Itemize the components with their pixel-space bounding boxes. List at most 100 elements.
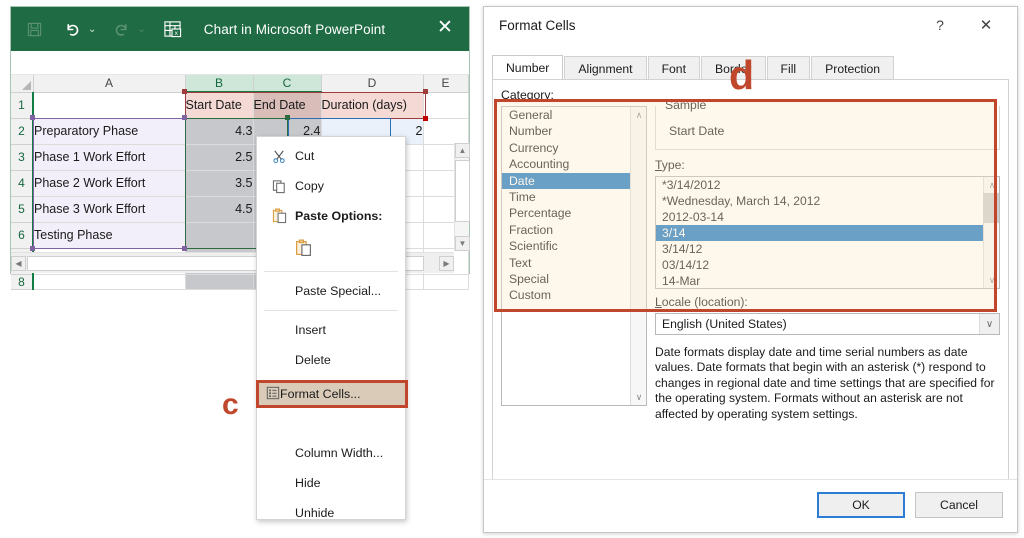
cell-e8[interactable]	[423, 274, 468, 289]
paste-option-button[interactable]	[257, 231, 405, 267]
scroll-up-button[interactable]: ▲	[455, 143, 470, 158]
row-header-8[interactable]: 8	[11, 274, 33, 289]
cell-a4[interactable]: Phase 2 Work Effort	[33, 170, 185, 196]
category-scroll-up-icon[interactable]: ∧	[631, 107, 647, 123]
chevron-down-icon[interactable]: ∨	[979, 314, 999, 334]
cell-a8[interactable]	[33, 274, 185, 289]
context-menu-item-insert[interactable]: Insert	[257, 315, 405, 345]
undo-icon[interactable]	[57, 14, 87, 44]
help-icon[interactable]: ?	[929, 17, 951, 37]
row-header-4[interactable]: 4	[11, 170, 33, 196]
type-scroll-thumb[interactable]	[983, 193, 999, 223]
scroll-left-button[interactable]: ◀	[11, 256, 26, 271]
context-menu-label-cut: Cut	[295, 149, 314, 163]
context-menu-item-paste-special[interactable]: Paste Special...	[257, 276, 405, 306]
tab-protection[interactable]: Protection	[811, 56, 894, 80]
cell-b5[interactable]: 4.5	[185, 196, 253, 222]
category-item-time[interactable]: Time	[502, 189, 630, 205]
tab-fill[interactable]: Fill	[767, 56, 811, 80]
cell-a5[interactable]: Phase 3 Work Effort	[33, 196, 185, 222]
type-item-2[interactable]: 2012-03-14	[656, 209, 983, 225]
col-header-c[interactable]: C	[253, 75, 321, 92]
category-scrollbar[interactable]: ∧ ∨	[630, 107, 646, 405]
annotation-letter-c: c	[222, 388, 239, 422]
category-item-currency[interactable]: Currency	[502, 140, 630, 156]
type-item-6[interactable]: 14-Mar	[656, 273, 983, 289]
cell-c1[interactable]: End Date	[253, 92, 321, 118]
save-icon[interactable]	[19, 14, 49, 44]
ok-button[interactable]: OK	[817, 492, 905, 518]
col-header-d[interactable]: D	[321, 75, 423, 92]
cell-a3[interactable]: Phase 1 Work Effort	[33, 144, 185, 170]
redo-dropdown-caret[interactable]: ⌄	[137, 24, 145, 35]
row-header-6[interactable]: 6	[11, 222, 33, 248]
category-item-fraction[interactable]: Fraction	[502, 222, 630, 238]
category-item-custom[interactable]: Custom	[502, 287, 630, 303]
col-header-e[interactable]: E	[423, 75, 468, 92]
row-header-2[interactable]: 2	[11, 118, 33, 144]
cancel-button[interactable]: Cancel	[915, 492, 1003, 518]
type-item-3[interactable]: 3/14	[656, 225, 983, 241]
col-header-b[interactable]: B	[185, 75, 253, 92]
cell-b2[interactable]: 4.3	[185, 118, 253, 144]
type-scroll-up-icon[interactable]: ∧	[984, 177, 1000, 193]
context-menu-item-format-cells[interactable]: Format Cells...	[257, 381, 407, 407]
scroll-down-button[interactable]: ▼	[455, 236, 470, 251]
edit-data-in-excel-icon[interactable]: x	[158, 14, 188, 44]
select-all-corner[interactable]	[11, 75, 33, 92]
type-scroll-down-icon[interactable]: ∨	[984, 272, 1000, 288]
type-item-5[interactable]: 03/14/12	[656, 257, 983, 273]
cell-e2[interactable]	[423, 118, 468, 144]
cell-b4[interactable]: 3.5	[185, 170, 253, 196]
context-menu-item-delete[interactable]: Delete	[257, 345, 405, 375]
category-item-number[interactable]: Number	[502, 123, 630, 139]
context-menu-item-paste-options: Paste Options:	[257, 201, 405, 231]
type-listbox[interactable]: *3/14/2012 *Wednesday, March 14, 2012 20…	[655, 176, 1000, 289]
context-menu-item-hide[interactable]: Hide	[257, 468, 405, 498]
type-scrollbar[interactable]: ∧ ∨	[983, 177, 999, 288]
vertical-scrollbar[interactable]: ▲ ▼	[454, 143, 469, 251]
context-menu-item-copy[interactable]: Copy	[257, 171, 405, 201]
category-item-text[interactable]: Text	[502, 255, 630, 271]
row-header-1[interactable]: 1	[11, 92, 33, 118]
type-item-4[interactable]: 3/14/12	[656, 241, 983, 257]
cell-e1[interactable]	[423, 92, 468, 118]
category-item-special[interactable]: Special	[502, 271, 630, 287]
scroll-right-button[interactable]: ▶	[439, 256, 454, 271]
context-menu-label-column-width: Column Width...	[295, 446, 383, 460]
redo-icon[interactable]	[106, 14, 136, 44]
type-item-1[interactable]: *Wednesday, March 14, 2012	[656, 193, 983, 209]
category-item-percentage[interactable]: Percentage	[502, 205, 630, 221]
locale-dropdown[interactable]: English (United States) ∨	[655, 313, 1000, 335]
excel-close-button[interactable]: ✕	[435, 19, 455, 39]
tab-font[interactable]: Font	[648, 56, 700, 80]
tab-alignment[interactable]: Alignment	[564, 56, 646, 80]
context-menu-item-cut[interactable]: Cut	[257, 141, 405, 171]
category-scroll-down-icon[interactable]: ∨	[631, 389, 647, 405]
cell-b8[interactable]	[185, 274, 253, 289]
type-item-0[interactable]: *3/14/2012	[656, 177, 983, 193]
screenshot-root: ⌄ ⌄ x Chart in Microsoft PowerPoint ✕	[0, 0, 1024, 538]
category-item-accounting[interactable]: Accounting	[502, 156, 630, 172]
vertical-scroll-thumb[interactable]	[455, 160, 470, 222]
row-header-3[interactable]: 3	[11, 144, 33, 170]
cell-a2[interactable]: Preparatory Phase	[33, 118, 185, 144]
col-header-a[interactable]: A	[33, 75, 185, 92]
close-icon[interactable]: ✕	[975, 16, 997, 36]
row-header-5[interactable]: 5	[11, 196, 33, 222]
cell-b3[interactable]: 2.5	[185, 144, 253, 170]
tab-number[interactable]: Number	[492, 55, 563, 80]
context-menu-item-column-width[interactable]: Column Width...	[257, 438, 405, 468]
context-menu-item-unhide[interactable]: Unhide	[257, 498, 405, 528]
category-item-date[interactable]: Date	[502, 173, 630, 189]
cell-d1[interactable]: Duration (days)	[321, 92, 423, 118]
undo-dropdown-caret[interactable]: ⌄	[88, 24, 96, 35]
cell-a6[interactable]: Testing Phase	[33, 222, 185, 248]
cell-a1[interactable]	[33, 92, 185, 118]
category-item-general[interactable]: General	[502, 107, 630, 123]
category-item-scientific[interactable]: Scientific	[502, 238, 630, 254]
category-listbox[interactable]: General Number Currency Accounting Date …	[501, 106, 647, 406]
format-description: Date formats display date and time seria…	[655, 345, 1000, 422]
cell-b1[interactable]: Start Date	[185, 92, 253, 118]
cell-b6[interactable]	[185, 222, 253, 248]
